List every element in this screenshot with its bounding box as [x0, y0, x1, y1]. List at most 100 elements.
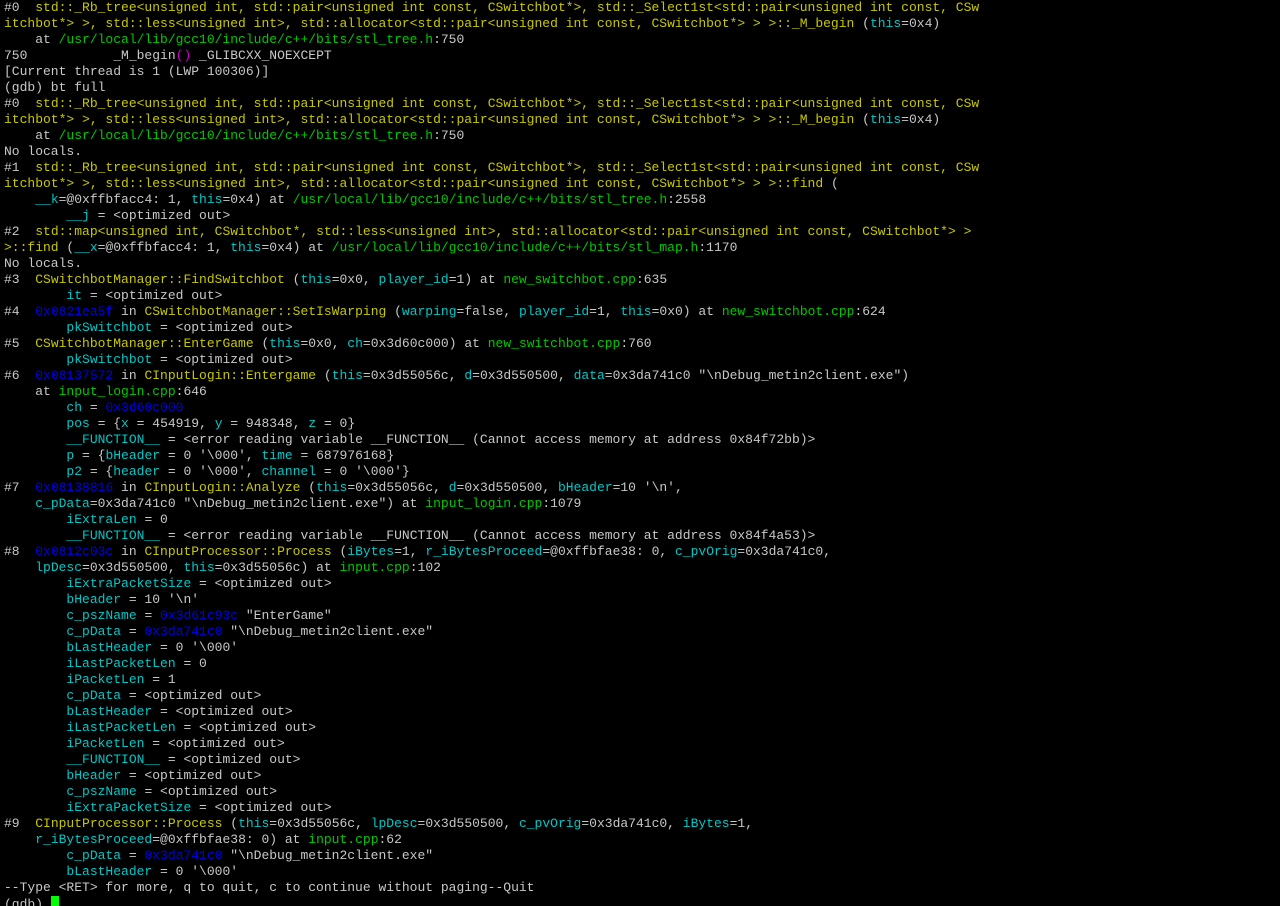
terminal-text-segment: (	[316, 368, 332, 383]
terminal-text-segment: __FUNCTION__	[66, 528, 161, 543]
terminal-text-segment: itchbot*> >, std::less<unsigned int>, st…	[4, 176, 824, 191]
terminal-text-segment: warping	[401, 304, 457, 319]
terminal-text-segment: --Type <RET> for more, q to quit, c to c…	[4, 880, 535, 895]
terminal-line: __j = <optimized out>	[4, 208, 1276, 224]
terminal-text-segment: bLastHeader	[66, 864, 153, 879]
terminal-text-segment: =0x3da741c0 "\nDebug_metin2client.exe") …	[89, 496, 426, 511]
terminal-text-segment: c_pvOrig	[518, 816, 582, 831]
terminal-text-segment: = <optimized out>	[89, 208, 231, 223]
terminal-text-segment: :102	[409, 560, 441, 575]
terminal-line: #4 0x0821ea5f in CSwitchbotManager::SetI…	[4, 304, 1276, 320]
terminal-line: c_pszName = <optimized out>	[4, 784, 1276, 800]
terminal-text-segment: iBytes	[347, 544, 395, 559]
terminal-text-segment: /usr/local/lib/gcc10/include/c++/bits/st…	[58, 32, 434, 47]
terminal-text-segment: /usr/local/lib/gcc10/include/c++/bits/st…	[58, 128, 434, 143]
terminal-line: p2 = {header = 0 '\000', channel = 0 '\0…	[4, 464, 1276, 480]
terminal-text-segment: bHeader	[557, 480, 613, 495]
terminal-text-segment: = 0}	[316, 416, 356, 431]
terminal-line: it = <optimized out>	[4, 288, 1276, 304]
terminal-line: #8 0x0812c03c in CInputProcessor::Proces…	[4, 544, 1276, 560]
terminal-text-segment: d	[448, 480, 457, 495]
terminal-text-segment: =10 '\n',	[612, 480, 683, 495]
terminal-text-segment: y	[214, 416, 223, 431]
terminal-text-segment: c_pData	[35, 496, 90, 511]
terminal-text-segment: =0x0,	[300, 336, 348, 351]
terminal-line: No locals.	[4, 256, 1276, 272]
terminal-line: __k=@0xffbfacc4: 1, this=0x4) at /usr/lo…	[4, 192, 1276, 208]
terminal-window[interactable]: #0 std::_Rb_tree<unsigned int, std::pair…	[4, 0, 1276, 906]
terminal-line: #1 std::_Rb_tree<unsigned int, std::pair…	[4, 160, 1276, 176]
terminal-text-segment: (	[253, 336, 270, 351]
terminal-text-segment: =@0xffbfae38: 0) at	[152, 832, 309, 847]
terminal-text-segment: iExtraPacketSize	[66, 576, 192, 591]
terminal-text-segment: input_login.cpp	[58, 384, 176, 399]
terminal-text-segment: 0x3d60c000	[105, 400, 184, 415]
terminal-text-segment: it	[66, 288, 83, 303]
terminal-line: No locals.	[4, 144, 1276, 160]
terminal-line: pos = {x = 454919, y = 948348, z = 0}	[4, 416, 1276, 432]
terminal-text-segment: :1170	[698, 240, 738, 255]
terminal-text-segment: __FUNCTION__	[66, 752, 161, 767]
terminal-text-segment: #1	[4, 160, 36, 175]
terminal-text-segment: CInputLogin::Analyze	[144, 480, 301, 495]
terminal-text-segment: [Current thread is 1 (LWP 100306)]	[4, 64, 270, 79]
terminal-text-segment: = <optimized out>	[121, 768, 262, 783]
terminal-line: lpDesc=0x3d550500, this=0x3d55056c) at i…	[4, 560, 1276, 576]
terminal-text-segment: =0x3d550500,	[456, 480, 558, 495]
terminal-line: __FUNCTION__ = <optimized out>	[4, 752, 1276, 768]
terminal-text-segment: = <optimized out>	[160, 752, 301, 767]
terminal-text-segment: (	[386, 304, 402, 319]
terminal-line: #9 CInputProcessor::Process (this=0x3d55…	[4, 816, 1276, 832]
terminal-text-segment: z	[308, 416, 317, 431]
terminal-text-segment: CInputLogin::Entergame	[144, 368, 317, 383]
terminal-text-segment: = 0 '\000'	[152, 864, 239, 879]
gdb-output: #0 std::_Rb_tree<unsigned int, std::pair…	[4, 0, 1276, 896]
terminal-text-segment: =1) at	[448, 272, 504, 287]
terminal-text-segment: (	[854, 16, 870, 31]
gdb-prompt: (gdb)	[4, 897, 51, 906]
terminal-text-segment: (	[823, 176, 839, 191]
terminal-text-segment: bHeader	[66, 768, 122, 783]
terminal-text-segment: iPacketLen	[66, 672, 145, 687]
terminal-line: bLastHeader = 0 '\000'	[4, 864, 1276, 880]
terminal-text-segment: :760	[620, 336, 652, 351]
terminal-line: itchbot*> >, std::less<unsigned int>, st…	[4, 176, 1276, 192]
terminal-text-segment: = 454919,	[128, 416, 215, 431]
terminal-text-segment: = 0	[136, 512, 168, 527]
terminal-text-segment: (	[854, 112, 870, 127]
terminal-text-segment: "\nDebug_metin2client.exe"	[222, 848, 434, 863]
terminal-text-segment: iLastPacketLen	[66, 720, 176, 735]
terminal-text-segment: =@0xffbfae38: 0,	[542, 544, 675, 559]
terminal-text-segment: =0x4)	[901, 112, 941, 127]
terminal-text-segment: in	[113, 304, 145, 319]
terminal-text-segment: =0x4) at	[222, 192, 293, 207]
terminal-text-segment: r_iBytesProceed	[425, 544, 543, 559]
terminal-text-segment: #6	[4, 368, 36, 383]
terminal-text-segment: = <optimized out>	[175, 720, 317, 735]
terminal-text-segment: __k	[35, 192, 59, 207]
terminal-text-segment: =	[136, 608, 161, 623]
terminal-line: >::find (__x=@0xffbfacc4: 1, this=0x4) a…	[4, 240, 1276, 256]
terminal-text-segment: :1079	[542, 496, 582, 511]
terminal-text-segment: 0x08138816	[35, 480, 114, 495]
command-prompt-line[interactable]: (gdb)	[4, 896, 1276, 906]
terminal-text-segment: input_login.cpp	[425, 496, 543, 511]
terminal-line: pkSwitchbot = <optimized out>	[4, 320, 1276, 336]
terminal-text-segment: :635	[635, 272, 668, 287]
terminal-text-segment: _GLIBCXX_NOEXCEPT	[191, 48, 332, 63]
terminal-text-segment: No locals.	[4, 256, 83, 271]
terminal-line: bHeader = <optimized out>	[4, 768, 1276, 784]
terminal-line: #2 std::map<unsigned int, CSwitchbot*, s…	[4, 224, 1276, 240]
terminal-text-segment: = <optimized out>	[152, 704, 293, 719]
terminal-line: at input_login.cpp:646	[4, 384, 1276, 400]
